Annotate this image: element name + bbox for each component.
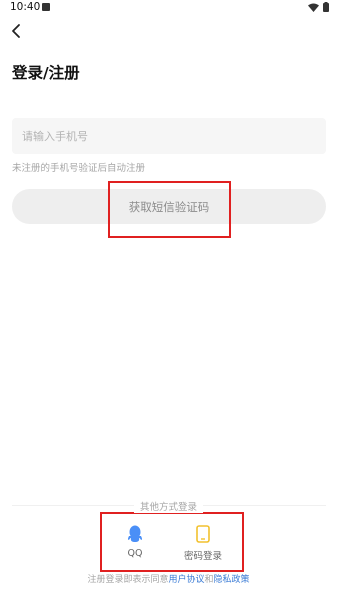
- get-sms-code-label: 获取短信验证码: [128, 199, 210, 214]
- get-sms-code-button[interactable]: 获取短信验证码: [12, 189, 326, 224]
- status-bar: 10:40: [0, 0, 337, 16]
- qq-login-label: QQ: [127, 548, 143, 559]
- tablet-icon: [196, 524, 210, 544]
- phone-input[interactable]: [12, 118, 326, 154]
- back-button[interactable]: [8, 22, 26, 40]
- other-login-heading: 其他方式登录: [0, 499, 337, 513]
- notification-icon: [42, 3, 50, 11]
- privacy-policy-link[interactable]: 隐私政策: [214, 575, 250, 585]
- back-arrow-icon: [12, 24, 20, 38]
- user-agreement-link[interactable]: 用户协议: [168, 575, 204, 585]
- password-login-label: 密码登录: [183, 551, 222, 562]
- auto-register-hint: 未注册的手机号验证后自动注册: [12, 163, 146, 174]
- terms-conjunction: 和: [204, 575, 214, 585]
- other-login-label: 其他方式登录: [133, 502, 203, 513]
- page-title: 登录/注册: [12, 64, 80, 82]
- qq-login-option[interactable]: QQ: [120, 524, 150, 559]
- terms-notice: 注册登录即表示同意用户协议和隐私政策: [0, 572, 337, 585]
- battery-icon: [323, 2, 329, 12]
- status-time: 10:40: [10, 1, 41, 13]
- system-icons: [308, 2, 329, 12]
- qq-icon: [127, 524, 143, 544]
- wifi-icon: [308, 3, 319, 12]
- terms-prefix: 注册登录即表示同意: [87, 575, 169, 585]
- password-login-option[interactable]: 密码登录: [180, 524, 226, 562]
